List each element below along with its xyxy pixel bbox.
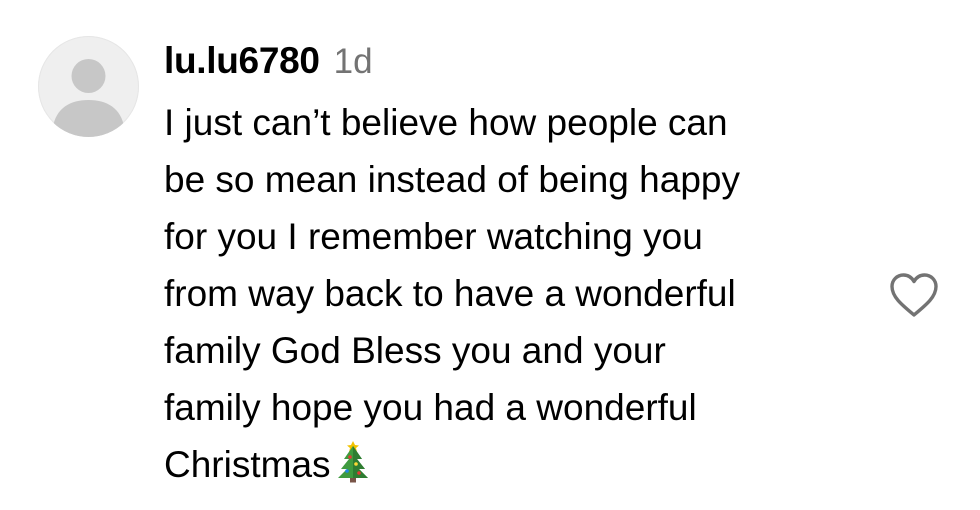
comment-text-line: family God Bless you and your [164,330,666,371]
heart-outline-icon [890,273,938,317]
comment-text-line: family hope you had a wonderful [164,387,697,428]
comment-text-line: for you I remember watching you [164,216,703,257]
username-link[interactable]: lu.lu6780 [164,40,320,82]
default-avatar-icon [52,59,125,137]
timestamp[interactable]: 1d [334,42,373,82]
comment-item: lu.lu6780 1d I just can’t believe how pe… [0,0,980,510]
comment-header: lu.lu6780 1d [164,40,373,90]
like-button[interactable] [886,270,942,320]
comment-text-line: Christmas [164,444,331,485]
comment-text: I just can’t believe how people can be s… [164,94,864,493]
avatar[interactable] [38,36,139,137]
comment-text-line: from way back to have a wonderful [164,273,736,314]
comment-text-last-line: Christmas [164,436,864,493]
christmas-tree-icon [337,441,368,483]
comment-text-line: I just can’t believe how people can [164,102,728,143]
comment-text-line: be so mean instead of being happy [164,159,740,200]
